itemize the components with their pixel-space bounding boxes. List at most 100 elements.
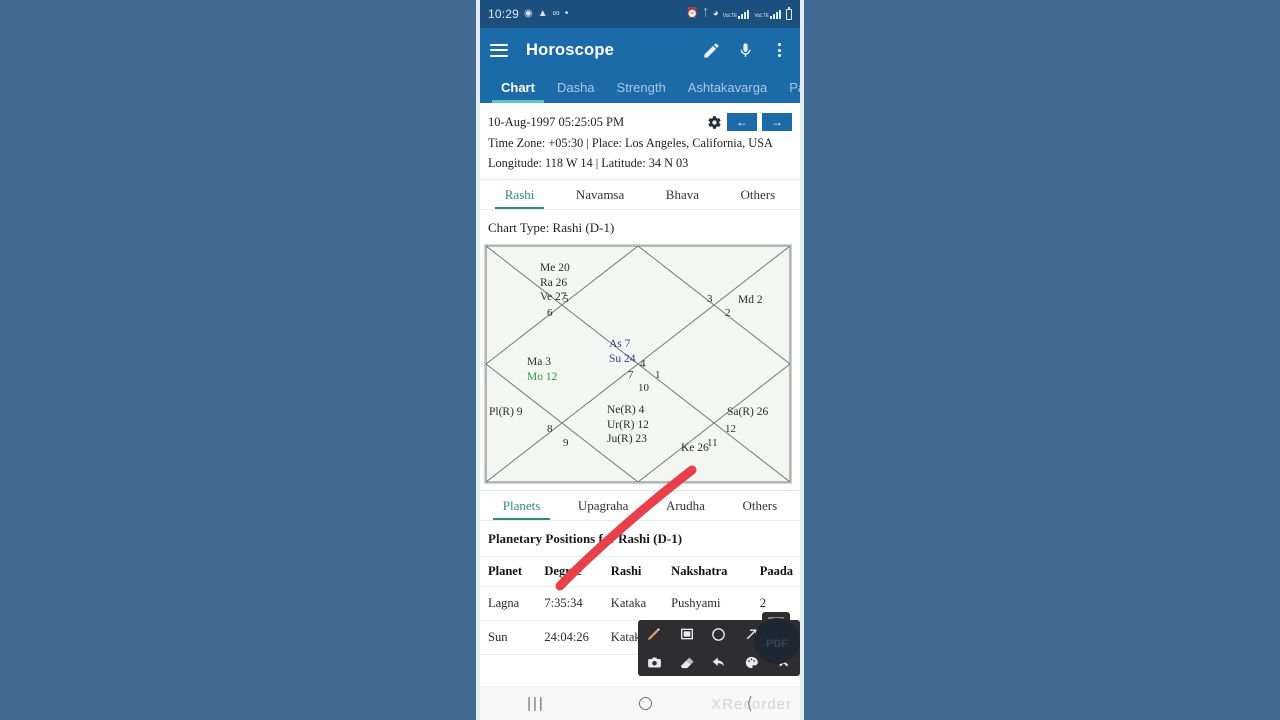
tab-panchanga[interactable]: Panc bbox=[778, 72, 800, 103]
bluetooth-icon: ᛏ bbox=[702, 8, 709, 19]
home-icon[interactable] bbox=[639, 697, 653, 710]
recents-icon[interactable]: ||| bbox=[527, 695, 545, 712]
prev-chart-button[interactable]: ← bbox=[727, 113, 757, 131]
pencil-icon[interactable] bbox=[700, 39, 722, 61]
planet-entry: Md 2 bbox=[738, 294, 763, 306]
undo-icon[interactable] bbox=[708, 651, 730, 673]
table-cell: Kataka bbox=[610, 586, 672, 621]
column-header-paada: Paada bbox=[759, 556, 800, 587]
divtab-bhava[interactable]: Bhava bbox=[662, 187, 703, 209]
planet-entry: Ne(R) 4 bbox=[607, 404, 645, 416]
bubble-label: PDF bbox=[766, 638, 788, 650]
alarm-icon: ⏰ bbox=[686, 8, 699, 19]
birth-info-top-row: 10-Aug-1997 05:25:05 PM ← → bbox=[488, 113, 792, 131]
house-12-planets: Sa(R) 26 bbox=[727, 405, 768, 420]
planet-entry: Ju(R) 23 bbox=[607, 433, 647, 445]
planet-entry: Mo 12 bbox=[527, 370, 558, 383]
planet-entry: Pl(R) 9 bbox=[489, 406, 523, 418]
tab-dasha[interactable]: Dasha bbox=[546, 72, 606, 103]
battery-icon bbox=[786, 6, 792, 20]
timezone-place-line: Time Zone: +05:30 | Place: Los Angeles, … bbox=[488, 136, 773, 150]
table-cell: 24:04:26 bbox=[544, 620, 611, 655]
lowtab-planets[interactable]: Planets bbox=[492, 498, 550, 520]
house-number-12: 12 bbox=[725, 423, 736, 435]
volte-label-2: VoLTE bbox=[754, 13, 769, 19]
rashi-chart[interactable]: 1 2 3 4 5 6 7 8 9 10 11 12 Me 20 Ra 26 Ve 27 As 7 Su 24 M… bbox=[484, 244, 792, 484]
divtab-rashi[interactable]: Rashi bbox=[494, 187, 544, 209]
next-chart-button[interactable]: → bbox=[762, 113, 792, 131]
table-cell: Sun bbox=[480, 620, 545, 655]
column-header-rashi: Rashi bbox=[610, 556, 672, 587]
divisional-tab-strip[interactable]: Rashi Navamsa Bhava Others bbox=[480, 179, 800, 210]
microphone-icon[interactable] bbox=[734, 39, 756, 61]
house-8-planets: Pl(R) 9 bbox=[489, 405, 523, 420]
pen-icon[interactable] bbox=[643, 623, 665, 645]
birth-info-actions: ← → bbox=[707, 113, 792, 131]
status-time: 10:29 bbox=[488, 7, 520, 21]
chart-type-label: Chart Type: Rashi (D-1) bbox=[480, 210, 800, 244]
house-number-7: 7 bbox=[628, 369, 634, 381]
house-number-3: 3 bbox=[707, 293, 713, 305]
screenshot-icon: ◉ bbox=[524, 8, 533, 19]
birth-info-card: 10-Aug-1997 05:25:05 PM ← → Time Zone: +… bbox=[480, 103, 800, 179]
eraser-icon[interactable] bbox=[676, 651, 698, 673]
divtab-rashi-label: Rashi bbox=[504, 187, 535, 202]
lowtab-others-label: Others bbox=[742, 498, 778, 513]
tab-ashtakavarga-label: Ashtakavarga bbox=[687, 80, 768, 95]
divtab-navamsa[interactable]: Navamsa bbox=[572, 187, 628, 209]
lowtab-upagraha[interactable]: Upagraha bbox=[574, 498, 633, 520]
status-bar: 10:29 ◉ ▲ ∞ • ⏰ ᛏ ◕ VoLTE VoLTE bbox=[480, 0, 800, 28]
column-header-nakshatra: Nakshatra bbox=[671, 556, 760, 587]
house-number-10: 10 bbox=[638, 382, 649, 394]
tab-chart-label: Chart bbox=[501, 80, 535, 95]
main-tab-strip[interactable]: Chart Dasha Strength Ashtakavarga Panc bbox=[480, 72, 800, 103]
planet-entry: Ke 26 bbox=[681, 442, 709, 454]
camera-icon[interactable] bbox=[643, 651, 665, 673]
divtab-others-label: Others bbox=[740, 187, 776, 202]
link-icon: ∞ bbox=[552, 8, 560, 19]
tab-dasha-label: Dasha bbox=[556, 80, 595, 95]
divtab-navamsa-label: Navamsa bbox=[575, 187, 625, 202]
back-icon[interactable]: ⟨ bbox=[746, 694, 753, 714]
hamburger-icon[interactable] bbox=[490, 43, 508, 57]
planet-table-title: Planetary Positions for Rashi (D-1) bbox=[488, 531, 683, 546]
tab-strength-label: Strength bbox=[616, 80, 666, 95]
house-10-planets: Ne(R) 4 Ur(R) 12 Ju(R) 23 bbox=[607, 403, 649, 447]
planet-entry: As 7 bbox=[609, 338, 631, 350]
house-11-planets: Ke 26 bbox=[681, 441, 709, 456]
wifi-icon: ◕ bbox=[712, 8, 719, 19]
lower-tab-strip[interactable]: Planets Upagraha Arudha Others bbox=[480, 490, 800, 521]
lowtab-arudha[interactable]: Arudha bbox=[662, 498, 709, 520]
ellipse-icon[interactable] bbox=[708, 623, 730, 645]
tab-panchanga-label: Panc bbox=[789, 80, 800, 95]
table-cell: Lagna bbox=[480, 586, 545, 621]
screen-root: 10:29 ◉ ▲ ∞ • ⏰ ᛏ ◕ VoLTE VoLTE Horoscop… bbox=[0, 0, 1280, 720]
planet-entry: Sa(R) 26 bbox=[727, 406, 769, 418]
tab-ashtakavarga[interactable]: Ashtakavarga bbox=[677, 72, 779, 103]
lowtab-others[interactable]: Others bbox=[739, 498, 782, 520]
table-row[interactable]: Lagna 7:35:34 Kataka Pushyami 2 bbox=[480, 586, 800, 621]
house-5-planets: Me 20 Ra 26 Ve 27 bbox=[540, 261, 570, 305]
divtab-others[interactable]: Others bbox=[737, 187, 780, 209]
house-1-planets: As 7 Su 24 bbox=[609, 337, 636, 366]
lowtab-planets-label: Planets bbox=[502, 498, 541, 513]
status-bar-right: ⏰ ᛏ ◕ VoLTE VoLTE bbox=[686, 6, 792, 20]
house-number-8: 8 bbox=[547, 423, 553, 435]
planet-entry: Ur(R) 12 bbox=[607, 418, 649, 431]
rectangle-icon[interactable] bbox=[676, 623, 698, 645]
status-bar-left: 10:29 ◉ ▲ ∞ • bbox=[488, 7, 568, 21]
three-dots-icon[interactable] bbox=[768, 39, 790, 61]
house-number-9: 9 bbox=[563, 437, 569, 449]
planet-entry: Ma 3 bbox=[527, 356, 551, 368]
chart-container: 1 2 3 4 5 6 7 8 9 10 11 12 Me 20 Ra 26 Ve 27 As 7 Su 24 M… bbox=[480, 244, 800, 490]
table-cell: Pushyami bbox=[671, 586, 760, 621]
gear-icon[interactable] bbox=[707, 115, 722, 130]
planet-entry: Me 20 bbox=[540, 262, 570, 274]
table-cell: 7:35:34 bbox=[544, 586, 611, 621]
house-number-6: 6 bbox=[547, 307, 553, 319]
table-header-row: Planet Degree Rashi Nakshatra Paada bbox=[480, 556, 800, 587]
house-number-4: 4 bbox=[640, 358, 646, 370]
planet-entry: Ra 26 bbox=[540, 276, 568, 289]
tab-strength[interactable]: Strength bbox=[606, 72, 677, 103]
tab-chart[interactable]: Chart bbox=[490, 72, 546, 103]
